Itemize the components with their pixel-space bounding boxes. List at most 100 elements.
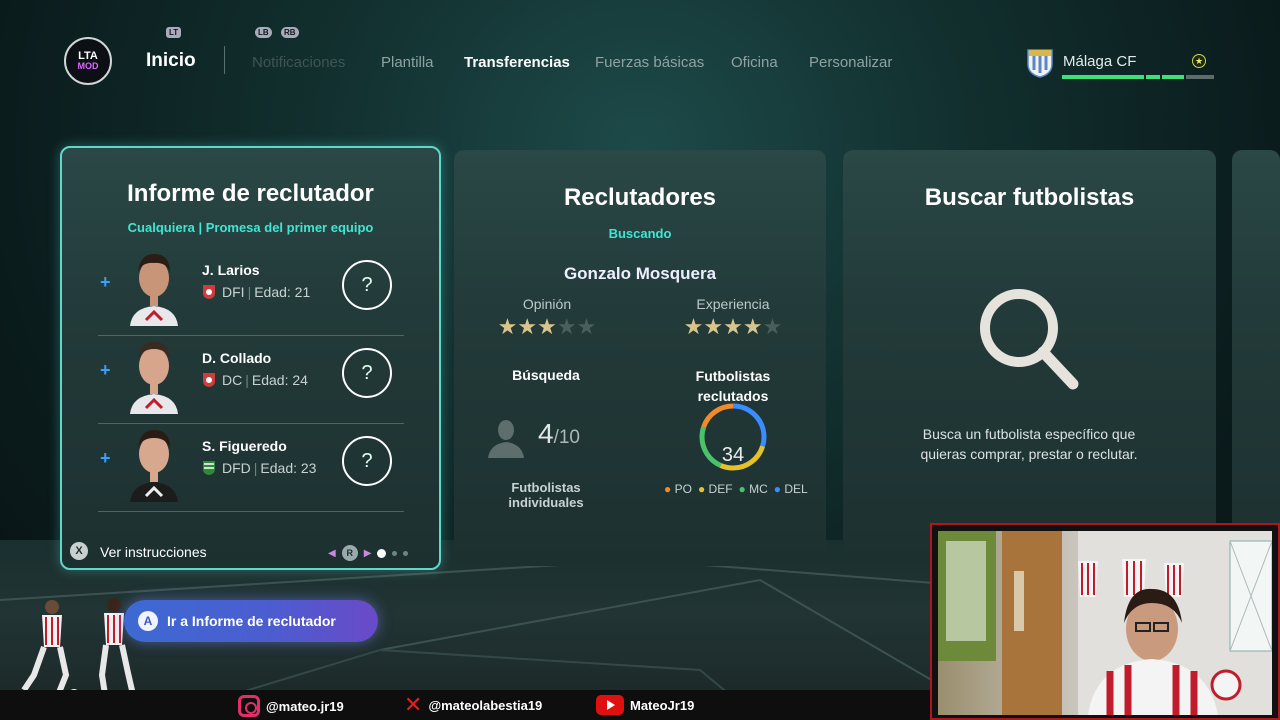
star-filled-icon: ★ xyxy=(497,314,518,339)
chevron-left-icon[interactable]: ◀ xyxy=(328,548,336,559)
player-position: DFD xyxy=(222,460,251,476)
rb-bumper-hint: RB xyxy=(281,27,299,38)
star-filled-icon: ★ xyxy=(683,314,704,339)
player-age: Edad: 23 xyxy=(260,460,317,476)
player-row[interactable]: + D. Collado DC | Edad: 24 ? xyxy=(98,336,404,424)
scout-status: Buscando xyxy=(608,226,672,241)
player-photo xyxy=(130,342,178,414)
unknown-rating-badge: ? xyxy=(342,436,392,486)
search-card-title: Buscar futbolistas xyxy=(924,184,1135,211)
search-card-description: Busca un futbolista específico que quier… xyxy=(920,426,1138,462)
tab-transferencias[interactable]: Transferencias xyxy=(464,54,570,71)
player-info: DFI | Edad: 21 xyxy=(202,284,310,300)
view-instructions-label[interactable]: Ver instrucciones xyxy=(100,544,207,560)
unknown-rating-badge: ? xyxy=(342,348,392,398)
webcam-overlay xyxy=(930,523,1280,720)
star-filled-icon: ★ xyxy=(723,314,743,339)
legend-mc: ● MC xyxy=(738,482,768,496)
experience-stars: ★★★★★ xyxy=(678,314,788,340)
position-legend: ● PO ● DEF ● MC ● DEL xyxy=(664,482,808,496)
tab-notificaciones[interactable]: Notificaciones xyxy=(252,54,345,71)
lt-trigger-hint: LT xyxy=(166,27,182,38)
nav-home[interactable]: Inicio xyxy=(146,50,196,72)
player-name: D. Collado xyxy=(202,350,272,366)
star-filled-icon: ★ xyxy=(517,314,538,339)
r-stick-icon: R xyxy=(341,545,358,561)
club-star-badge: ★ xyxy=(1192,54,1206,68)
add-player-icon[interactable]: + xyxy=(100,360,111,381)
club-name: Málaga CF xyxy=(1063,53,1137,70)
webcam-feed xyxy=(938,531,1272,715)
player-info: DFD | Edad: 23 xyxy=(202,460,316,476)
player-name: S. Figueredo xyxy=(202,438,287,454)
mod-logo: LTA MOD xyxy=(64,37,112,85)
lb-bumper-hint: LB xyxy=(255,27,272,38)
x-handle: ✕ @mateolabestia19 xyxy=(404,692,543,717)
star-empty-icon: ★ xyxy=(556,314,577,339)
tab-oficina[interactable]: Oficina xyxy=(731,54,778,71)
search-caption: Futbolistas individuales xyxy=(508,480,584,510)
instagram-handle: @mateo.jr19 xyxy=(238,695,344,717)
opinion-label: Opinión xyxy=(522,296,572,312)
search-icon xyxy=(980,289,1079,390)
recruited-count: 34 xyxy=(721,444,745,466)
player-photo xyxy=(130,430,178,502)
opinion-stars: ★★★★★ xyxy=(492,314,602,340)
pager-dot xyxy=(392,550,398,556)
unknown-rating-badge: ? xyxy=(342,260,392,310)
scout-silhouette-icon xyxy=(488,420,524,458)
report-subtitle: Cualquiera | Promesa del primer equipo xyxy=(127,220,374,235)
club-crest-icon xyxy=(203,461,215,475)
card-pager[interactable]: ◀ R ▶ xyxy=(328,545,409,561)
pager-dot-active xyxy=(377,548,387,558)
add-player-icon[interactable]: + xyxy=(100,272,111,293)
youtube-icon xyxy=(596,695,624,715)
star-filled-icon: ★ xyxy=(742,314,763,339)
scouts-title: Reclutadores xyxy=(563,184,717,211)
scouts-card[interactable]: Reclutadores Buscando Gonzalo Mosquera O… xyxy=(454,150,826,566)
search-label: Búsqueda xyxy=(512,367,580,383)
player-position: DC xyxy=(222,372,243,388)
pager-dot xyxy=(403,550,409,556)
next-card-peek[interactable] xyxy=(1232,150,1280,566)
go-to-report-label: Ir a Informe de reclutador xyxy=(167,613,336,629)
nav-divider xyxy=(224,46,225,74)
club-crest-icon xyxy=(1027,49,1053,78)
instagram-icon xyxy=(238,695,260,717)
search-players-card[interactable]: Buscar futbolistas Busca un futbolista e… xyxy=(843,150,1216,566)
star-empty-icon: ★ xyxy=(576,314,597,339)
tab-plantilla[interactable]: Plantilla xyxy=(381,54,434,71)
recruiter-report-card[interactable]: Informe de reclutador Cualquiera | Prome… xyxy=(60,146,441,570)
tab-fuerzas-basicas[interactable]: Fuerzas básicas xyxy=(595,54,704,71)
club-crest-icon xyxy=(203,373,215,387)
report-title: Informe de reclutador xyxy=(127,180,374,207)
x-logo-icon: ✕ xyxy=(404,692,423,717)
player-age: Edad: 24 xyxy=(251,372,308,388)
search-count: 4/10 xyxy=(538,418,580,449)
chevron-right-icon[interactable]: ▶ xyxy=(364,548,372,559)
go-to-report-button[interactable]: A Ir a Informe de reclutador xyxy=(124,600,378,642)
star-filled-icon: ★ xyxy=(703,314,724,339)
club-crest-icon xyxy=(203,285,215,299)
add-player-icon[interactable]: + xyxy=(100,448,111,469)
player-row[interactable]: + J. Larios DFI | Edad: 21 ? xyxy=(98,248,404,336)
legend-del: ● DEL xyxy=(773,482,808,496)
player-name: J. Larios xyxy=(202,262,260,278)
player-info: DC | Edad: 24 xyxy=(202,372,308,388)
star-empty-icon: ★ xyxy=(762,314,783,339)
star-filled-icon: ★ xyxy=(537,314,557,339)
x-button-icon[interactable]: X xyxy=(70,542,88,560)
player-position: DFI xyxy=(222,284,245,300)
legend-def: ● DEF xyxy=(697,482,733,496)
social-overlay-bar: @mateo.jr19 ✕ @mateolabestia19 MateoJr19 xyxy=(0,690,930,720)
a-button-icon: A xyxy=(138,611,158,631)
youtube-handle: MateoJr19 xyxy=(596,695,694,715)
player-photo xyxy=(130,254,178,326)
player-age: Edad: 21 xyxy=(254,284,311,300)
club-progress-bar xyxy=(1062,75,1214,79)
tab-personalizar[interactable]: Personalizar xyxy=(809,54,892,71)
legend-po: ● PO xyxy=(664,482,692,496)
scout-name: Gonzalo Mosquera xyxy=(563,264,717,283)
experience-label: Experiencia xyxy=(696,296,770,312)
player-row[interactable]: + S. Figueredo DFD | Edad: 23 ? xyxy=(98,424,404,512)
